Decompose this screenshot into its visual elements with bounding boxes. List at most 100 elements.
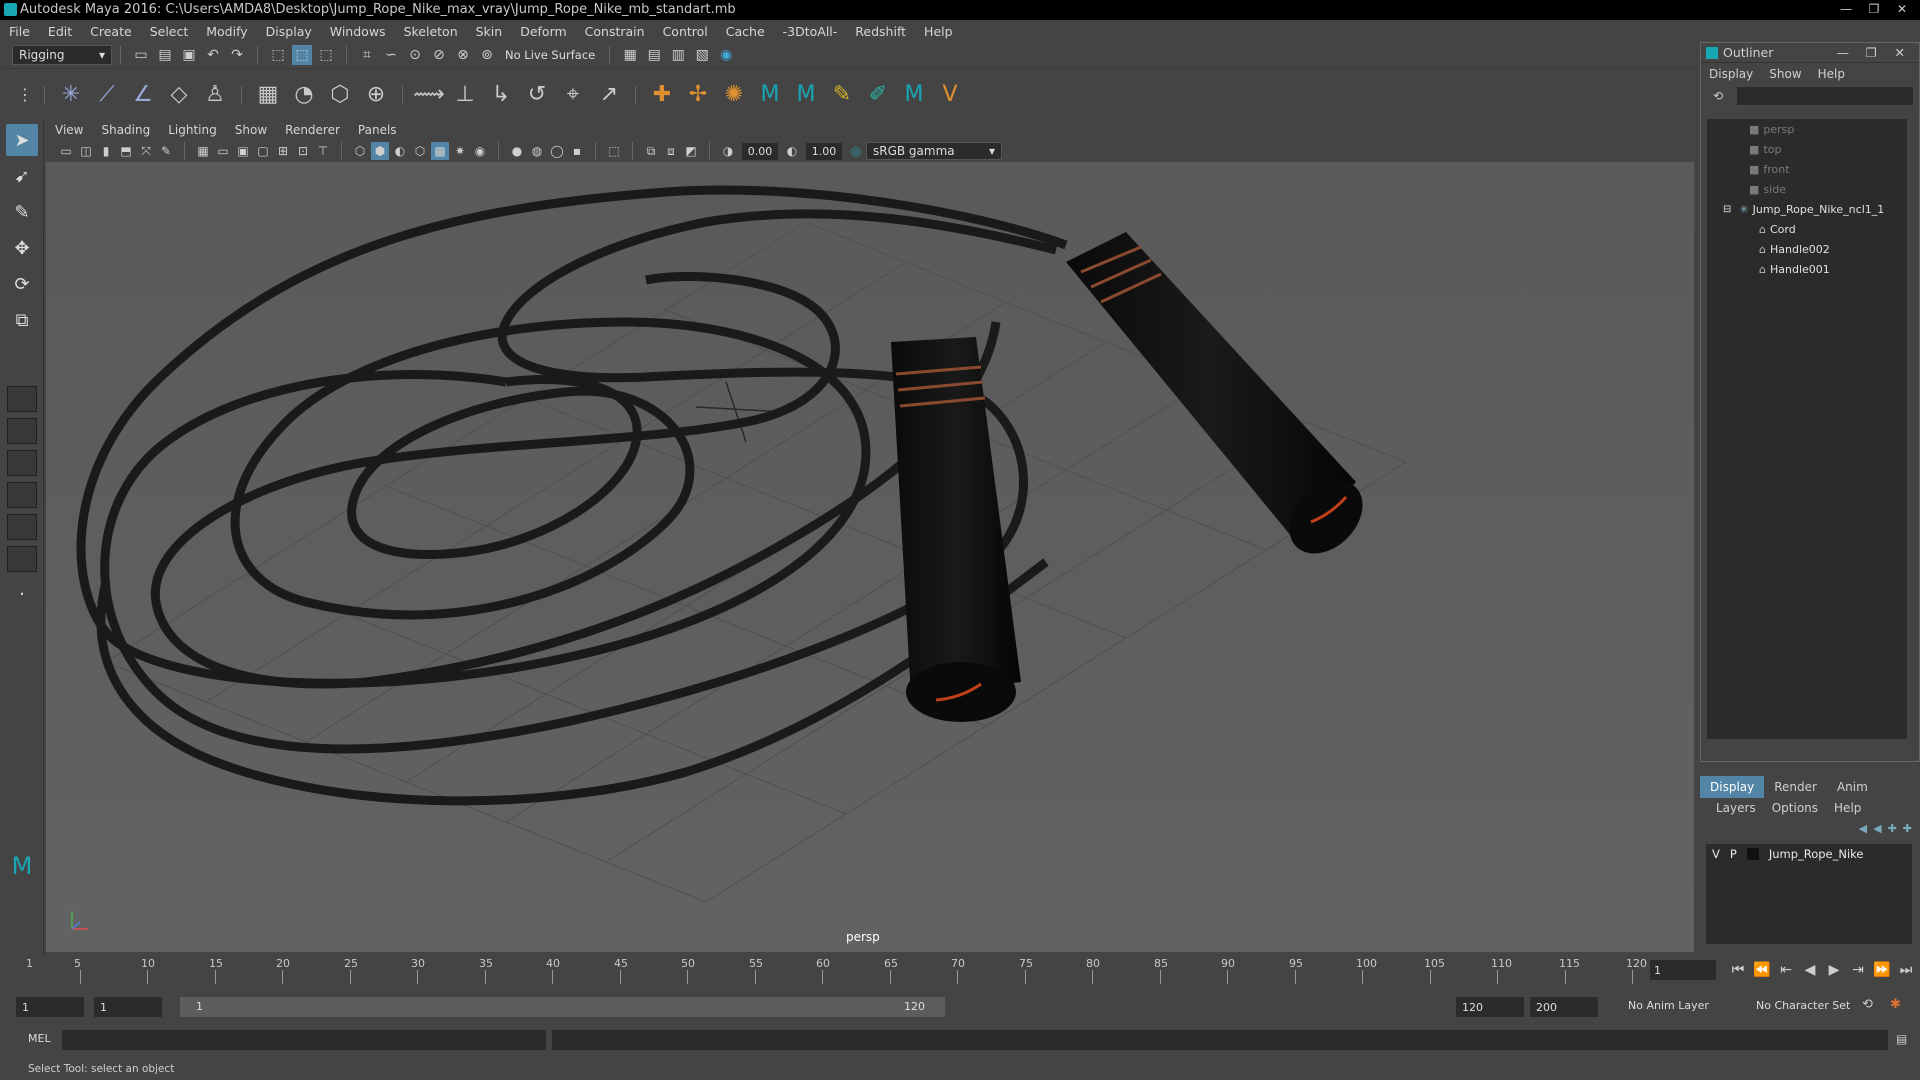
open-scene-icon[interactable]: ▤ [155,45,175,65]
gamma-field[interactable]: 1.00 [806,142,842,160]
view-transform-dropdown[interactable]: sRGB gamma ▾ [866,142,1002,160]
gate-mask-icon[interactable]: ▢ [254,142,272,160]
select-hierarchy-icon[interactable]: ⬚ [268,45,288,65]
character-set-dropdown[interactable]: No Character Set [1756,999,1850,1012]
xray-components-icon[interactable]: ◩ [682,142,700,160]
outliner-item-side[interactable]: ■ side [1707,179,1907,199]
step-forward-key-icon[interactable]: ⏩ [1872,960,1892,980]
undo-icon[interactable]: ↶ [203,45,223,65]
maya-script-3-icon[interactable]: M [899,80,929,110]
outliner-item-cord[interactable]: ⌂ Cord [1707,219,1907,239]
wrap-deformer-icon[interactable]: ⬡ [325,80,355,110]
shadows-icon[interactable]: ◉ [471,142,489,160]
persp-outliner-layout-icon[interactable] [7,450,37,476]
new-scene-icon[interactable]: ▭ [131,45,151,65]
panel-menu-lighting[interactable]: Lighting [159,123,226,137]
layer-row[interactable]: V P Jump_Rope_Nike [1706,844,1912,864]
menu-skin[interactable]: Skin [467,24,512,39]
safe-title-icon[interactable]: ⊤ [314,142,332,160]
tab-render[interactable]: Render [1764,776,1827,798]
step-forward-frame-icon[interactable]: ⇥ [1848,960,1868,980]
outliner-item-persp[interactable]: ■ persp [1707,119,1907,139]
layer-playback-toggle[interactable]: P [1730,847,1737,861]
menu-help[interactable]: Help [915,24,962,39]
insert-joint-icon[interactable]: ◇ [164,80,194,110]
joint-tool-icon[interactable]: ✳ [56,80,86,110]
aim-constraint-icon[interactable]: ↳ [486,80,516,110]
menu-windows[interactable]: Windows [321,24,395,39]
camera-attributes-icon[interactable]: ◫ [77,142,95,160]
maximize-icon[interactable]: ❐ [1866,45,1877,60]
ipr-render-icon[interactable]: ▧ [692,45,712,65]
step-back-key-icon[interactable]: ⏪ [1752,960,1772,980]
wireframe-on-shaded-icon[interactable]: ⬡ [411,142,429,160]
command-input[interactable] [62,1030,546,1050]
menu-redshift[interactable]: Redshift [846,24,915,39]
animation-preferences-icon[interactable]: ✱ [1890,997,1901,1012]
panel-menu-renderer[interactable]: Renderer [276,123,349,137]
textured-icon[interactable]: ▩ [431,142,449,160]
field-chart-icon[interactable]: ⊞ [274,142,292,160]
snap-surface-icon[interactable]: ⊗ [453,45,473,65]
close-button[interactable]: ✕ [1890,0,1914,18]
wireframe-icon[interactable]: ⬡ [351,142,369,160]
depth-of-field-icon[interactable]: ▪ [568,142,586,160]
exposure-field[interactable]: 0.00 [742,142,778,160]
outliner-item-handle001[interactable]: ⌂ Handle001 [1707,259,1907,279]
menu-create[interactable]: Create [81,24,141,39]
perspective-viewport[interactable]: persp [46,162,1694,952]
image-plane-icon[interactable]: ⬒ [117,142,135,160]
paint-tool-icon[interactable]: ✐ [863,80,893,110]
persp-uv-layout-icon[interactable] [7,546,37,572]
collapse-icon[interactable]: ⊟ [1723,204,1731,215]
new-layer-selected-icon[interactable]: ✚ [1903,822,1912,835]
go-to-end-icon[interactable]: ⏭ [1896,960,1916,980]
outliner-item-handle002[interactable]: ⌂ Handle002 [1707,239,1907,259]
ik-spline-icon[interactable]: ∠ [128,80,158,110]
go-to-start-icon[interactable]: ⏮ [1728,960,1748,980]
persp-graph-layout-icon[interactable] [7,482,37,508]
play-forwards-icon[interactable]: ▶ [1824,960,1844,980]
panel-menu-view[interactable]: View [46,123,92,137]
select-camera-icon[interactable]: ▭ [57,142,75,160]
shelf-options-icon[interactable]: ⋮ [17,80,33,110]
render-icon[interactable]: ▥ [668,45,688,65]
color-management-icon[interactable]: ◎ [847,142,865,160]
panel-menu-show[interactable]: Show [226,123,276,137]
xray-icon[interactable]: ⧉ [642,142,660,160]
select-object-icon[interactable]: ⬚ [292,45,312,65]
paint-weights-icon[interactable]: ✎ [827,80,857,110]
snap-view-plane-icon[interactable]: ⊘ [429,45,449,65]
outliner-item-group[interactable]: ⊟ ✳ Jump_Rope_Nike_ncl1_1 [1707,199,1907,219]
render-settings-icon[interactable]: ▦ [620,45,640,65]
lattice-icon[interactable]: ▦ [253,80,283,110]
outliner-item-top[interactable]: ■ top [1707,139,1907,159]
lasso-tool-icon[interactable]: ➹ [6,160,38,192]
refresh-icon[interactable]: ⟲ [1713,89,1723,103]
scale-tool-icon[interactable]: ⧉ [6,304,38,336]
outliner-item-front[interactable]: ■ front [1707,159,1907,179]
outliner-search-field[interactable] [1737,87,1913,105]
single-perspective-layout-icon[interactable] [7,386,37,412]
time-ruler[interactable]: 1 5 10 15 20 25 30 35 40 45 50 55 60 65 70 75 80 85 90 95 1… [26,956,1662,986]
tab-anim[interactable]: Anim [1827,776,1878,798]
menu-constrain[interactable]: Constrain [576,24,654,39]
sculpt-deformer-icon[interactable]: ⊕ [361,80,391,110]
layer-visibility-toggle[interactable]: V [1712,847,1720,861]
orient-constraint-icon[interactable]: ↺ [522,80,552,110]
bind-skin-icon[interactable]: ⟿ [413,80,445,110]
blend-shape-icon[interactable]: ✺ [719,80,749,110]
anim-layer-dropdown[interactable]: No Anim Layer [1628,999,1709,1012]
outliner-menu-display[interactable]: Display [1701,67,1761,81]
joint-orient-icon[interactable]: ✢ [683,80,713,110]
outliner-menu-help[interactable]: Help [1810,67,1853,81]
maya-script-2-icon[interactable]: M [791,80,821,110]
render-view-icon[interactable]: ▤ [644,45,664,65]
parent-constraint-icon[interactable]: ⌖ [558,80,588,110]
rotate-tool-icon[interactable]: ⟳ [6,268,38,300]
film-gate-icon[interactable]: ▭ [214,142,232,160]
layer-menu-help[interactable]: Help [1826,801,1869,815]
use-all-lights-icon[interactable]: ✷ [451,142,469,160]
screen-space-ao-icon[interactable]: ● [508,142,526,160]
bookmark-icon[interactable]: ▮ [97,142,115,160]
